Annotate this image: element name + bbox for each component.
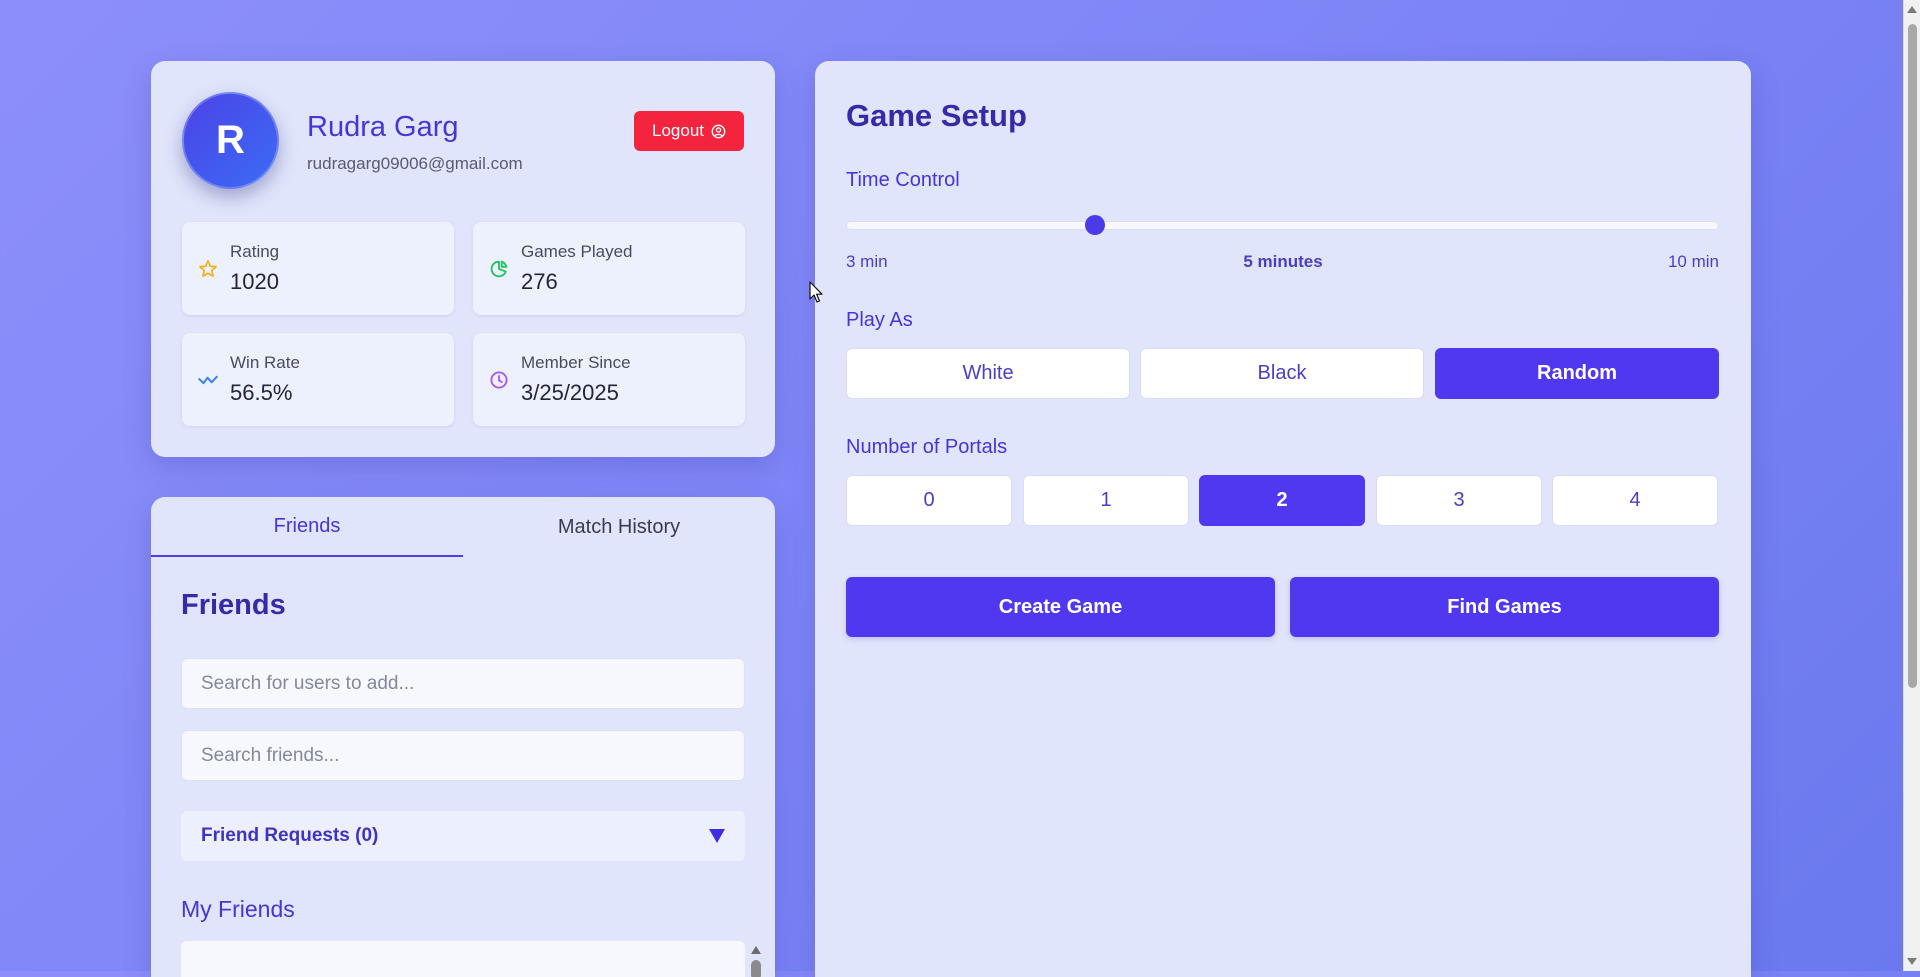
stat-rating: Rating 1020: [182, 222, 454, 315]
stat-member-since: Member Since 3/25/2025: [473, 333, 745, 426]
search-users-input[interactable]: [181, 658, 745, 709]
star-icon: [199, 260, 217, 278]
clock-icon: [490, 371, 508, 389]
play-as-black-button[interactable]: Black: [1140, 348, 1424, 399]
find-games-button[interactable]: Find Games: [1290, 577, 1719, 637]
trend-icon: [198, 375, 218, 385]
user-name: Rudra Garg: [307, 111, 459, 143]
stat-label: Games Played: [521, 242, 633, 261]
pie-chart-icon: [490, 260, 508, 278]
portals-3-button[interactable]: 3: [1376, 475, 1542, 526]
friend-requests-toggle[interactable]: Friend Requests (0): [181, 811, 745, 861]
slider-min-label: 3 min: [846, 252, 888, 271]
user-email: rudragarg09006@gmail.com: [307, 154, 523, 173]
stat-value: 3/25/2025: [521, 380, 619, 405]
stat-label: Member Since: [521, 353, 631, 372]
stat-value: 1020: [230, 269, 279, 294]
friends-list-scrollbar[interactable]: [749, 941, 763, 977]
scroll-down-icon[interactable]: [1907, 958, 1917, 965]
stat-value: 56.5%: [230, 380, 293, 405]
friends-list: [181, 941, 761, 977]
portals-1-button[interactable]: 1: [1023, 475, 1189, 526]
friends-title: Friends: [181, 589, 286, 621]
stat-win-rate: Win Rate 56.5%: [182, 333, 454, 426]
create-game-button[interactable]: Create Game: [846, 577, 1275, 637]
mouse-pointer-icon: [809, 281, 823, 303]
tab-friends[interactable]: Friends: [151, 497, 463, 557]
time-control-slider[interactable]: [846, 221, 1719, 230]
game-setup-title: Game Setup: [846, 98, 1027, 133]
play-as-label: Play As: [846, 309, 913, 331]
scroll-up-icon[interactable]: [1907, 6, 1917, 13]
game-setup-card: Game Setup Time Control 3 min 5 minutes …: [815, 61, 1751, 977]
time-control-slider-thumb[interactable]: [1084, 215, 1105, 235]
stat-games-played: Games Played 276: [473, 222, 745, 315]
logout-button[interactable]: Logout: [634, 111, 744, 151]
logout-label: Logout: [652, 121, 704, 140]
scroll-up-icon[interactable]: [751, 946, 761, 954]
stat-value: 276: [521, 269, 558, 294]
stat-label: Win Rate: [230, 353, 300, 372]
page-scroll-thumb[interactable]: [1908, 24, 1917, 688]
portals-label: Number of Portals: [846, 436, 1008, 458]
portals-4-button[interactable]: 4: [1552, 475, 1718, 526]
slider-current-value: 5 minutes: [1243, 252, 1323, 271]
portals-0-button[interactable]: 0: [846, 475, 1012, 526]
caret-down-icon: [709, 829, 725, 843]
time-control-label: Time Control: [846, 169, 960, 191]
friends-card: Friends Match History Friends Friend Req…: [151, 497, 775, 977]
avatar: R: [182, 92, 279, 189]
play-as-white-button[interactable]: White: [846, 348, 1130, 399]
friend-requests-label: Friend Requests (0): [201, 825, 379, 846]
portals-2-button[interactable]: 2: [1199, 475, 1365, 526]
tab-match-history[interactable]: Match History: [463, 497, 775, 557]
user-circle-icon: [711, 124, 726, 138]
my-friends-title: My Friends: [181, 896, 295, 922]
page-scrollbar[interactable]: [1903, 0, 1920, 971]
stat-label: Rating: [230, 242, 280, 261]
play-as-random-button[interactable]: Random: [1435, 348, 1719, 399]
profile-card: R Rudra Garg rudragarg09006@gmail.com Lo…: [151, 61, 775, 457]
search-friends-input[interactable]: [181, 730, 745, 781]
scroll-thumb[interactable]: [751, 960, 761, 977]
slider-max-label: 10 min: [1667, 252, 1719, 271]
